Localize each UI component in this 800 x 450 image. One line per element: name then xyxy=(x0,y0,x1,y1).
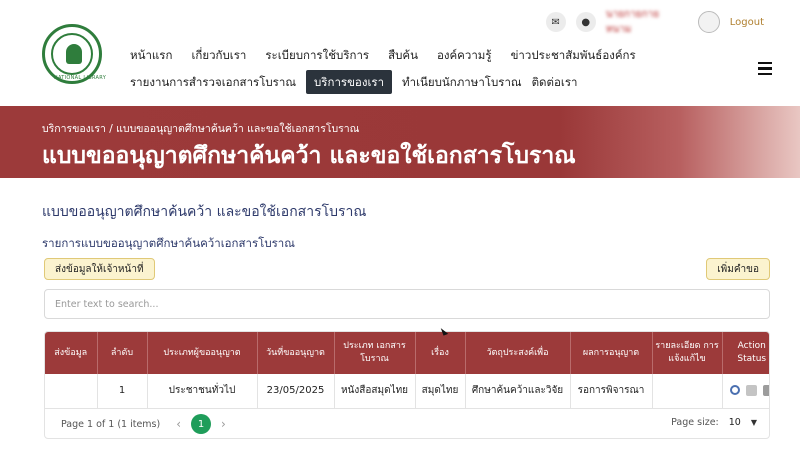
page-size-label: Page size: xyxy=(671,417,719,428)
nav-item-contact[interactable]: ติดต่อเรา xyxy=(532,72,578,92)
table-header-row: ส่งข้อมูล ลำดับ ประเภทผู้ขออนุญาต วันที่… xyxy=(45,332,769,374)
column-header[interactable]: ส่งข้อมูล xyxy=(45,332,98,374)
nav-item-search[interactable]: สืบค้น xyxy=(388,45,418,65)
chevron-down-icon[interactable]: ▼ xyxy=(751,418,757,427)
requests-table: ส่งข้อมูล ลำดับ ประเภทผู้ขออนุญาต วันที่… xyxy=(44,331,770,439)
page-size-selector[interactable]: Page size: 10 ▼ xyxy=(671,417,757,428)
column-header[interactable]: Action Status xyxy=(722,332,769,374)
chat-icon[interactable]: ● xyxy=(575,12,596,32)
edit-icon[interactable] xyxy=(745,385,757,397)
logout-link[interactable]: Logout xyxy=(730,17,764,28)
add-request-button[interactable]: เพิ่มคำขอ xyxy=(706,258,770,280)
table-cell-subject: สมุดไทย xyxy=(415,374,466,409)
logo-emblem xyxy=(66,44,82,64)
user-topbar: ✉ ● นายกายกาย หนาม Logout xyxy=(545,9,764,35)
print-icon[interactable] xyxy=(762,385,769,397)
site-header: NATIONAL LIBRARY ✉ ● นายกายกาย หนาม Logo… xyxy=(0,0,800,106)
page-title: แบบขออนุญาตศึกษาค้นคว้า และขอใช้เอกสารโบ… xyxy=(42,143,576,169)
column-header[interactable]: ประเภทผู้ขออนุญาต xyxy=(147,332,258,374)
page: NATIONAL LIBRARY ✉ ● นายกายกาย หนาม Logo… xyxy=(0,0,800,450)
nav-item-our-services[interactable]: บริการของเรา xyxy=(306,70,393,94)
requests-grid: ส่งข้อมูล ลำดับ ประเภทผู้ขออนุญาต วันที่… xyxy=(45,332,769,409)
send-to-staff-button[interactable]: ส่งข้อมูลให้เจ้าหน้าที่ xyxy=(44,258,155,280)
avatar-icon[interactable] xyxy=(697,11,720,33)
column-header[interactable]: ลำดับ xyxy=(97,332,148,374)
table-cell-document-type: หนังสือสมุดไทย xyxy=(334,374,416,409)
column-header[interactable]: ผลการอนุญาต xyxy=(570,332,653,374)
mail-icon[interactable]: ✉ xyxy=(545,12,566,32)
prev-page-icon[interactable]: ‹ xyxy=(176,417,181,431)
action-buttons xyxy=(723,385,769,397)
nav-item-linguists[interactable]: ทำเนียบนักภาษาโบราณ xyxy=(402,72,522,92)
menu-icon[interactable] xyxy=(758,62,772,75)
pager-nav: ‹ 1 › xyxy=(176,414,226,434)
table-row[interactable]: 1 ประชาชนทั่วไป 23/05/2025 หนังสือสมุดไท… xyxy=(45,374,769,409)
column-header[interactable]: วันที่ขออนุญาต xyxy=(257,332,335,374)
logo-text: NATIONAL LIBRARY xyxy=(53,75,107,81)
nav-item-home[interactable]: หน้าแรก xyxy=(130,45,172,65)
page-button-current[interactable]: 1 xyxy=(191,414,212,434)
menu-icon-bar xyxy=(758,62,772,65)
next-page-icon[interactable]: › xyxy=(221,417,226,431)
main-nav-row-2: รายงานการสำรวจเอกสารโบราณ บริการของเรา ท… xyxy=(130,70,577,94)
page-banner: บริการของเรา / แบบขออนุญาตศึกษาค้นคว้า แ… xyxy=(0,106,800,178)
table-cell-date: 23/05/2025 xyxy=(257,374,335,409)
table-cell-purpose: ศึกษาค้นคว้าและวิจัย xyxy=(465,374,571,409)
column-header[interactable]: วัตถุประสงค์เพื่อ xyxy=(465,332,571,374)
national-library-logo[interactable]: NATIONAL LIBRARY xyxy=(42,24,106,84)
table-cell-actions xyxy=(722,374,769,409)
logo-inner-ring: NATIONAL LIBRARY xyxy=(51,33,106,81)
pager: Page 1 of 1 (1 items) ‹ 1 › Page size: 1… xyxy=(45,408,769,438)
page-size-value[interactable]: 10 xyxy=(729,417,741,428)
table-cell-result: รอการพิจารณา xyxy=(570,374,653,409)
main-nav-row-1: หน้าแรก เกี่ยวกับเรา ระเบียบการใช้บริการ… xyxy=(130,45,636,65)
column-header[interactable]: ประเภท เอกสารโบราณ xyxy=(334,332,416,374)
column-header[interactable]: เรื่อง xyxy=(415,332,466,374)
menu-icon-bar xyxy=(758,67,772,70)
view-icon[interactable] xyxy=(729,385,740,396)
search-input[interactable]: Enter text to search... xyxy=(44,289,770,319)
nav-item-knowledge[interactable]: องค์ความรู้ xyxy=(437,45,492,65)
nav-item-about[interactable]: เกี่ยวกับเรา xyxy=(191,45,246,65)
breadcrumb[interactable]: บริการของเรา / แบบขออนุญาตศึกษาค้นคว้า แ… xyxy=(42,120,359,137)
table-cell-order: 1 xyxy=(97,374,148,409)
pager-info: Page 1 of 1 (1 items) xyxy=(61,418,161,430)
column-header[interactable]: รายละเอียด การแจ้งแก้ไข xyxy=(652,332,723,374)
table-cell-send[interactable] xyxy=(45,374,98,409)
menu-icon-bar xyxy=(758,72,772,75)
nav-item-regulations[interactable]: ระเบียบการใช้บริการ xyxy=(265,45,369,65)
section-subheading: รายการแบบขออนุญาตศึกษาค้นคว้าเอกสารโบราณ xyxy=(42,236,295,250)
section-heading: แบบขออนุญาตศึกษาค้นคว้า และขอใช้เอกสารโบ… xyxy=(42,204,367,220)
table-cell-requester-type: ประชาชนทั่วไป xyxy=(147,374,258,409)
nav-item-survey-report[interactable]: รายงานการสำรวจเอกสารโบราณ xyxy=(130,72,296,92)
nav-item-news[interactable]: ข่าวประชาสัมพันธ์องค์กร xyxy=(511,45,636,65)
username: นายกายกาย หนาม xyxy=(605,9,660,35)
table-cell-details xyxy=(652,374,723,409)
